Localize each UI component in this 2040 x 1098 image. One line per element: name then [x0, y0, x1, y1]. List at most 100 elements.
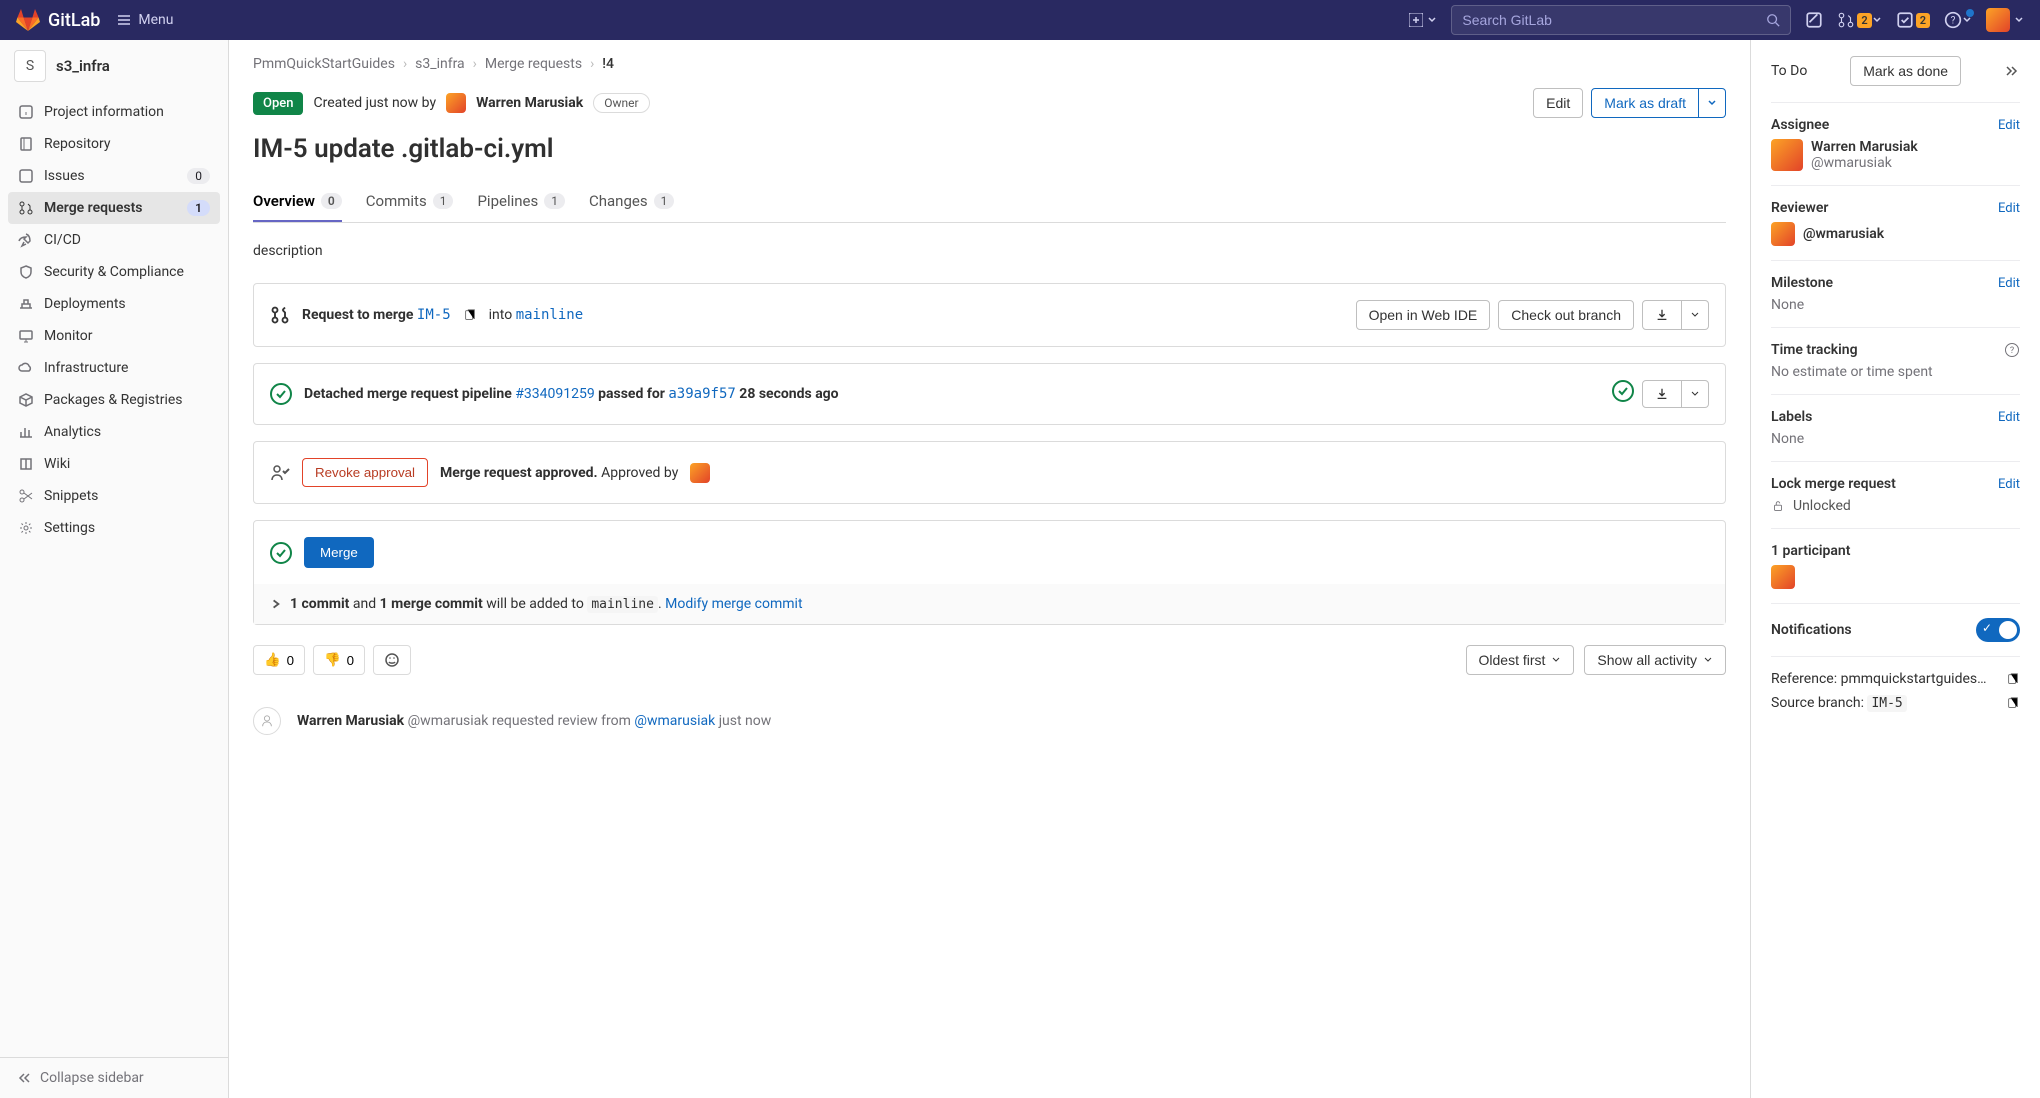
- sidebar-item-snippets[interactable]: Snippets: [8, 480, 220, 512]
- copy-icon[interactable]: [2006, 696, 2020, 710]
- reviewer-name[interactable]: @wmarusiak: [1803, 226, 1884, 242]
- issues-nav-icon[interactable]: [1805, 11, 1823, 29]
- copy-icon[interactable]: [2006, 672, 2020, 686]
- lock-edit-link[interactable]: Edit: [1998, 477, 2020, 492]
- labels-label: Labels: [1771, 409, 1812, 425]
- notifications-label: Notifications: [1771, 622, 1852, 638]
- breadcrumb-section[interactable]: Merge requests: [485, 56, 582, 72]
- assignee-name[interactable]: Warren Marusiak: [1811, 139, 1918, 155]
- modify-commit-link[interactable]: Modify merge commit: [665, 596, 802, 612]
- author-name[interactable]: Warren Marusiak: [476, 95, 583, 111]
- menu-button[interactable]: Menu: [116, 12, 173, 28]
- check-icon: [275, 388, 287, 400]
- author-avatar-icon: [446, 93, 466, 113]
- chevron-down-icon: [1690, 310, 1700, 320]
- approver-avatar-icon[interactable]: [690, 463, 710, 483]
- pipeline-sha-link[interactable]: a39a9f57: [668, 386, 735, 402]
- reviewer-avatar-icon: [1771, 222, 1795, 246]
- milestone-edit-link[interactable]: Edit: [1998, 276, 2020, 291]
- pipeline-id-link[interactable]: #334091259: [515, 386, 594, 402]
- labels-edit-link[interactable]: Edit: [1998, 410, 2020, 425]
- assignee-edit-link[interactable]: Edit: [1998, 118, 2020, 133]
- collapse-sidebar-button[interactable]: Collapse sidebar: [0, 1057, 228, 1098]
- sidebar-item-wiki[interactable]: Wiki: [8, 448, 220, 480]
- edit-button[interactable]: Edit: [1533, 88, 1583, 118]
- tab-changes[interactable]: Changes1: [589, 180, 674, 222]
- pipeline-stage-icon[interactable]: [1612, 380, 1634, 402]
- chart-icon: [18, 424, 34, 440]
- sidebar-item-merge-requests[interactable]: Merge requests1: [8, 192, 220, 224]
- breadcrumb-group[interactable]: PmmQuickStartGuides: [253, 56, 395, 72]
- sidebar-item-cicd[interactable]: CI/CD: [8, 224, 220, 256]
- sidebar-item-infrastructure[interactable]: Infrastructure: [8, 352, 220, 384]
- merge-button[interactable]: Merge: [304, 537, 374, 568]
- sidebar-item-settings[interactable]: Settings: [8, 512, 220, 544]
- sidebar-item-repository[interactable]: Repository: [8, 128, 220, 160]
- search-input-container[interactable]: [1451, 5, 1791, 35]
- sidebar-item-security[interactable]: Security & Compliance: [8, 256, 220, 288]
- question-circle-icon[interactable]: ?: [2004, 342, 2020, 358]
- target-branch-link[interactable]: mainline: [516, 307, 583, 323]
- unlock-icon: [1771, 499, 1785, 513]
- breadcrumb-project[interactable]: s3_infra: [415, 56, 465, 72]
- breadcrumb-id: !4: [602, 56, 614, 72]
- gear-icon: [18, 520, 34, 536]
- copy-icon[interactable]: [463, 308, 477, 322]
- sidebar-item-issues[interactable]: Issues0: [8, 160, 220, 192]
- search-icon: [1766, 13, 1780, 27]
- download-artifacts-button[interactable]: [1642, 380, 1682, 408]
- merge-requests-nav[interactable]: 2: [1837, 11, 1881, 29]
- issue-icon: [1805, 11, 1823, 29]
- download-artifacts-dropdown[interactable]: [1682, 380, 1709, 408]
- mark-draft-button[interactable]: Mark as draft: [1591, 88, 1699, 118]
- check-icon: [1617, 385, 1629, 397]
- pipeline-text: Detached merge request pipeline #3340912…: [304, 386, 839, 402]
- mark-draft-dropdown[interactable]: [1699, 88, 1726, 118]
- open-ide-button[interactable]: Open in Web IDE: [1356, 300, 1491, 330]
- lock-label: Lock merge request: [1771, 476, 1896, 492]
- gitlab-icon: [16, 8, 40, 32]
- description-text: description: [253, 243, 1726, 259]
- project-header[interactable]: S s3_infra: [0, 40, 228, 92]
- sidebar-item-packages[interactable]: Packages & Registries: [8, 384, 220, 416]
- merge-request-icon: [1837, 11, 1855, 29]
- reviewer-link[interactable]: @wmarusiak: [634, 713, 715, 729]
- filter-dropdown[interactable]: Show all activity: [1584, 645, 1726, 675]
- sidebar-item-monitor[interactable]: Monitor: [8, 320, 220, 352]
- participant-avatar-icon[interactable]: [1771, 565, 1795, 589]
- revoke-approval-button[interactable]: Revoke approval: [302, 458, 428, 487]
- topbar: GitLab Menu 2 2 ?: [0, 0, 2040, 40]
- chevron-right-icon[interactable]: [270, 598, 282, 610]
- sidebar-item-project-info[interactable]: Project information: [8, 96, 220, 128]
- user-menu[interactable]: [1986, 8, 2024, 32]
- thumbs-down-button[interactable]: 👎 0: [313, 645, 365, 675]
- project-avatar: S: [14, 50, 46, 82]
- sidebar-item-deployments[interactable]: Deployments: [8, 288, 220, 320]
- issues-badge: 0: [187, 168, 210, 184]
- sidebar-item-analytics[interactable]: Analytics: [8, 416, 220, 448]
- download-button[interactable]: [1642, 300, 1682, 330]
- reviewer-edit-link[interactable]: Edit: [1998, 201, 2020, 216]
- thumbs-up-button[interactable]: 👍 0: [253, 645, 305, 675]
- mark-done-button[interactable]: Mark as done: [1850, 56, 1961, 86]
- pipeline-widget: Detached merge request pipeline #3340912…: [253, 363, 1726, 425]
- gitlab-logo[interactable]: GitLab: [16, 8, 100, 32]
- monitor-icon: [18, 328, 34, 344]
- search-input[interactable]: [1462, 12, 1766, 28]
- source-branch-link[interactable]: IM-5: [417, 307, 451, 323]
- checkout-button[interactable]: Check out branch: [1498, 300, 1634, 330]
- owner-badge: Owner: [593, 93, 649, 113]
- notifications-toggle[interactable]: [1976, 618, 2020, 642]
- tab-overview[interactable]: Overview0: [253, 180, 342, 222]
- tab-pipelines[interactable]: Pipelines1: [477, 180, 565, 222]
- todo-label: To Do: [1771, 63, 1807, 79]
- todos-nav[interactable]: 2: [1896, 11, 1930, 29]
- add-emoji-button[interactable]: [373, 645, 411, 675]
- help-nav[interactable]: ?: [1944, 11, 1972, 29]
- create-new-button[interactable]: [1409, 13, 1437, 27]
- download-dropdown[interactable]: [1682, 300, 1709, 330]
- chevron-double-right-icon[interactable]: [2004, 63, 2020, 79]
- timeline-author[interactable]: Warren Marusiak: [297, 713, 404, 729]
- tab-commits[interactable]: Commits1: [366, 180, 454, 222]
- sort-dropdown[interactable]: Oldest first: [1466, 645, 1575, 675]
